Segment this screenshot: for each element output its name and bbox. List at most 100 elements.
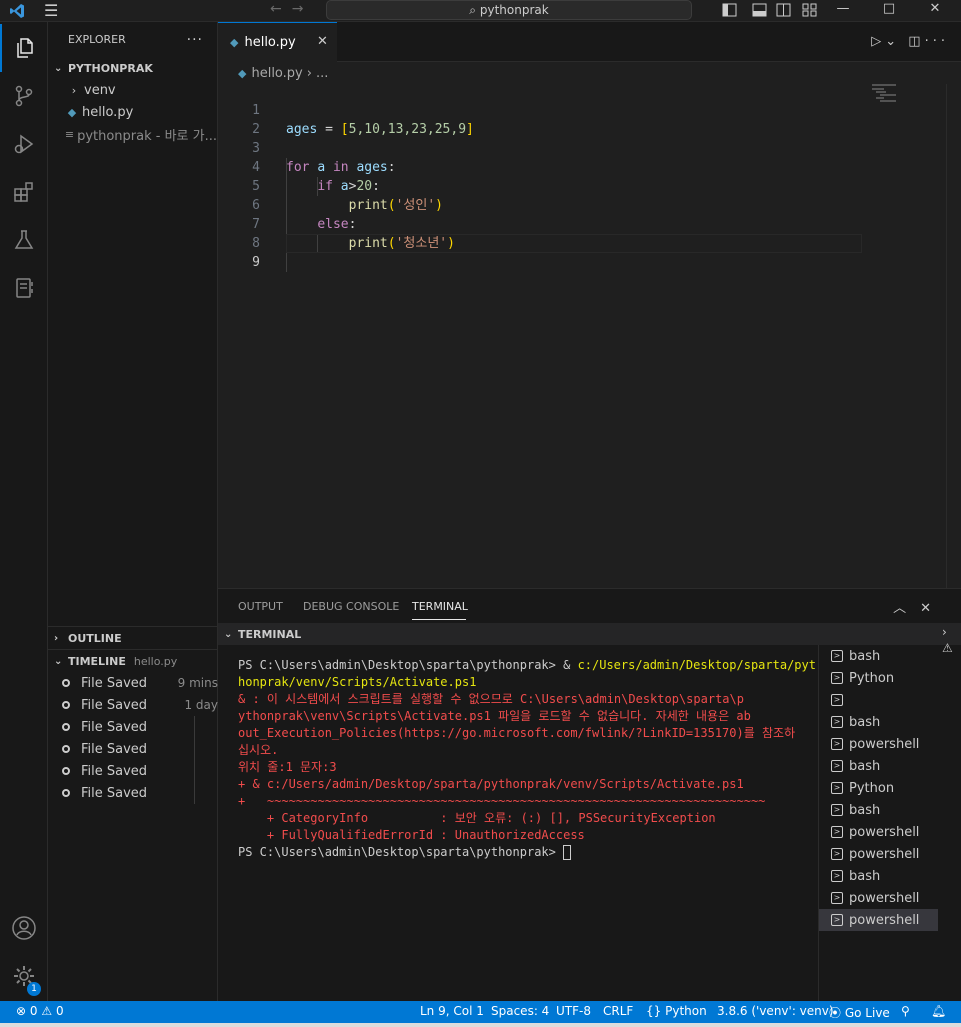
language-mode[interactable]: {} Python (646, 1004, 707, 1018)
run-debug-icon[interactable] (0, 120, 48, 168)
notifications-bell-icon[interactable]: 🔔︎ (931, 1004, 946, 1018)
timeline-entry[interactable]: File Saved (48, 782, 218, 804)
line-number: 9 (252, 255, 260, 270)
editor-scrollbar[interactable] (946, 84, 960, 588)
circle-icon (62, 767, 70, 775)
terminal-line: & : 이 시스템에서 스크립트를 실행할 수 없으므로 C:\Users\ad… (238, 691, 816, 708)
command-center-search[interactable]: ⌕ pythonprak (326, 0, 692, 20)
notebook-icon[interactable] (0, 264, 48, 312)
split-editor-icon[interactable]: ◫ (908, 34, 924, 49)
minimize-button[interactable]: — (820, 0, 866, 22)
maximize-panel-icon[interactable]: ︿ (893, 601, 920, 616)
close-tab-icon[interactable]: ✕ (317, 34, 328, 49)
code-editor[interactable]: 1 ages = [5,10,13,23,25,9] 2 3 for a in … (218, 82, 961, 272)
end-of-line[interactable]: CRLF (603, 1004, 633, 1018)
more-actions-icon[interactable]: ··· (187, 32, 203, 48)
error-icon: ⊗ (16, 1004, 27, 1018)
tree-item-label: hello.py (82, 104, 134, 120)
terminal-list-item[interactable]: > bash (819, 865, 938, 887)
terminal-list-item[interactable]: > bash (819, 711, 938, 733)
timeline-entry[interactable]: File Saved (48, 716, 218, 738)
timeline-entry[interactable]: File Saved 1 day (48, 694, 218, 716)
terminal-list-item[interactable]: > Python (819, 777, 938, 799)
terminal-icon: > (831, 760, 843, 772)
terminal-command: honprak/venv/Scripts/Activate.ps1 (238, 675, 477, 689)
cursor-position[interactable]: Ln 9, Col 1 (420, 1004, 484, 1018)
terminal-list-item[interactable]: > powershell (819, 821, 938, 843)
terminal-icon: > (831, 848, 843, 860)
chevron-right-icon[interactable]: › (942, 625, 960, 639)
terminal-icon: > (831, 650, 843, 662)
testing-flask-icon[interactable] (0, 216, 48, 264)
code-line: 6 else: (218, 177, 961, 232)
run-dropdown-icon[interactable]: ⌄ (885, 34, 900, 49)
code-line: 7 print('청소년') (218, 196, 961, 251)
settings-gear-icon[interactable]: 1 (0, 952, 48, 1000)
go-live-button[interactable]: ⦿ Go Live (829, 1004, 890, 1021)
terminal-list-item[interactable]: > bash (819, 755, 938, 777)
timeline-entry[interactable]: File Saved (48, 738, 218, 760)
tree-guide-line (194, 782, 195, 804)
tree-item-shortcut[interactable]: ≡ pythonprak - 바로 가... (48, 123, 217, 145)
terminal-list-item[interactable]: > Python (819, 667, 938, 689)
explorer-header: EXPLORER ··· (48, 22, 217, 57)
explorer-icon[interactable] (0, 24, 48, 72)
search-icon: ⌕ (469, 3, 480, 17)
terminal-list-label: Python (849, 780, 895, 796)
terminal-list-item[interactable]: > bash (819, 645, 938, 667)
menu-hamburger-icon[interactable]: ☰ (44, 1, 58, 20)
more-actions-icon[interactable]: ··· (925, 34, 949, 49)
extensions-icon[interactable] (0, 168, 48, 216)
python-file-icon: ◆ (230, 36, 239, 49)
tree-item-venv[interactable]: › venv (48, 79, 217, 101)
terminal-list-item[interactable]: > bash (819, 799, 938, 821)
account-icon[interactable] (0, 904, 48, 952)
indentation[interactable]: Spaces: 4 (491, 1004, 549, 1018)
nav-arrows[interactable]: ←→ (270, 1, 313, 17)
breadcrumb-more[interactable]: ... (316, 66, 328, 81)
terminal-line: + CategoryInfo : 보안 오류: (:) [], PSSecuri… (238, 810, 816, 827)
close-panel-icon[interactable]: ✕ (920, 601, 945, 616)
terminal-list-item[interactable]: > (819, 689, 938, 711)
timeline-entry[interactable]: File Saved (48, 760, 218, 782)
terminal-list-label: powershell (849, 912, 920, 928)
python-interpreter[interactable]: 3.8.6 ('venv': venv) (717, 1004, 834, 1018)
run-python-icon[interactable]: ▷ (871, 34, 885, 49)
outline-header[interactable]: › OUTLINE (48, 627, 218, 649)
tab-output[interactable]: OUTPUT (238, 600, 283, 613)
tab-hello-py[interactable]: ◆ hello.py ✕ (218, 22, 337, 62)
terminal-error-text: 십시오. (238, 743, 279, 757)
encoding[interactable]: UTF-8 (556, 1004, 591, 1018)
terminal-prompt: PS C:\Users\admin\Desktop\sparta\pythonp… (238, 845, 564, 859)
code-line: 4 if a>20: (218, 139, 961, 194)
terminal-output[interactable]: PS C:\Users\admin\Desktop\sparta\pythonp… (238, 657, 816, 861)
go-live-label: Go Live (844, 1006, 890, 1020)
breadcrumb: ◆ hello.py › ... (218, 62, 961, 84)
terminal-list-item[interactable]: > powershell (819, 843, 938, 865)
close-window-button[interactable]: ✕ (912, 0, 958, 22)
tree-item-hello-py[interactable]: ◆ hello.py (48, 101, 217, 123)
terminal-list-item[interactable]: > powershell (819, 733, 938, 755)
tab-terminal[interactable]: TERMINAL (412, 600, 468, 613)
warning-icon[interactable]: ⚠ (942, 641, 960, 655)
terminal-icon: > (831, 782, 843, 794)
terminal-error-text: + FullyQualifiedErrorId : UnauthorizedAc… (238, 828, 585, 842)
terminal-section-header[interactable]: ⌄ TERMINAL (218, 623, 961, 645)
terminal-line: out_Execution_Policies(https://go.micros… (238, 725, 816, 742)
circle-icon (62, 679, 70, 687)
feedback-icon[interactable]: ⚲ (901, 1004, 910, 1018)
breadcrumb-file[interactable]: hello.py (251, 66, 302, 81)
terminal-list-item[interactable]: > powershell (819, 909, 938, 931)
minimap[interactable] (868, 82, 946, 582)
maximize-button[interactable]: □ (866, 0, 912, 22)
terminal-list-item[interactable]: > powershell (819, 887, 938, 909)
tab-debug-console[interactable]: DEBUG CONSOLE (303, 600, 399, 613)
circle-icon (62, 723, 70, 731)
problems-indicator[interactable]: ⊗ 0 ⚠ 0 (16, 1004, 64, 1018)
breadcrumb-separator-icon: › (306, 65, 312, 81)
timeline-entry[interactable]: File Saved 9 mins (48, 672, 218, 694)
timeline-header[interactable]: ⌄ TIMELINE hello.py (48, 650, 218, 672)
source-control-icon[interactable] (0, 72, 48, 120)
layout-toggle-icons[interactable] (722, 2, 832, 22)
folder-header[interactable]: ⌄ PYTHONPRAK (48, 57, 217, 79)
